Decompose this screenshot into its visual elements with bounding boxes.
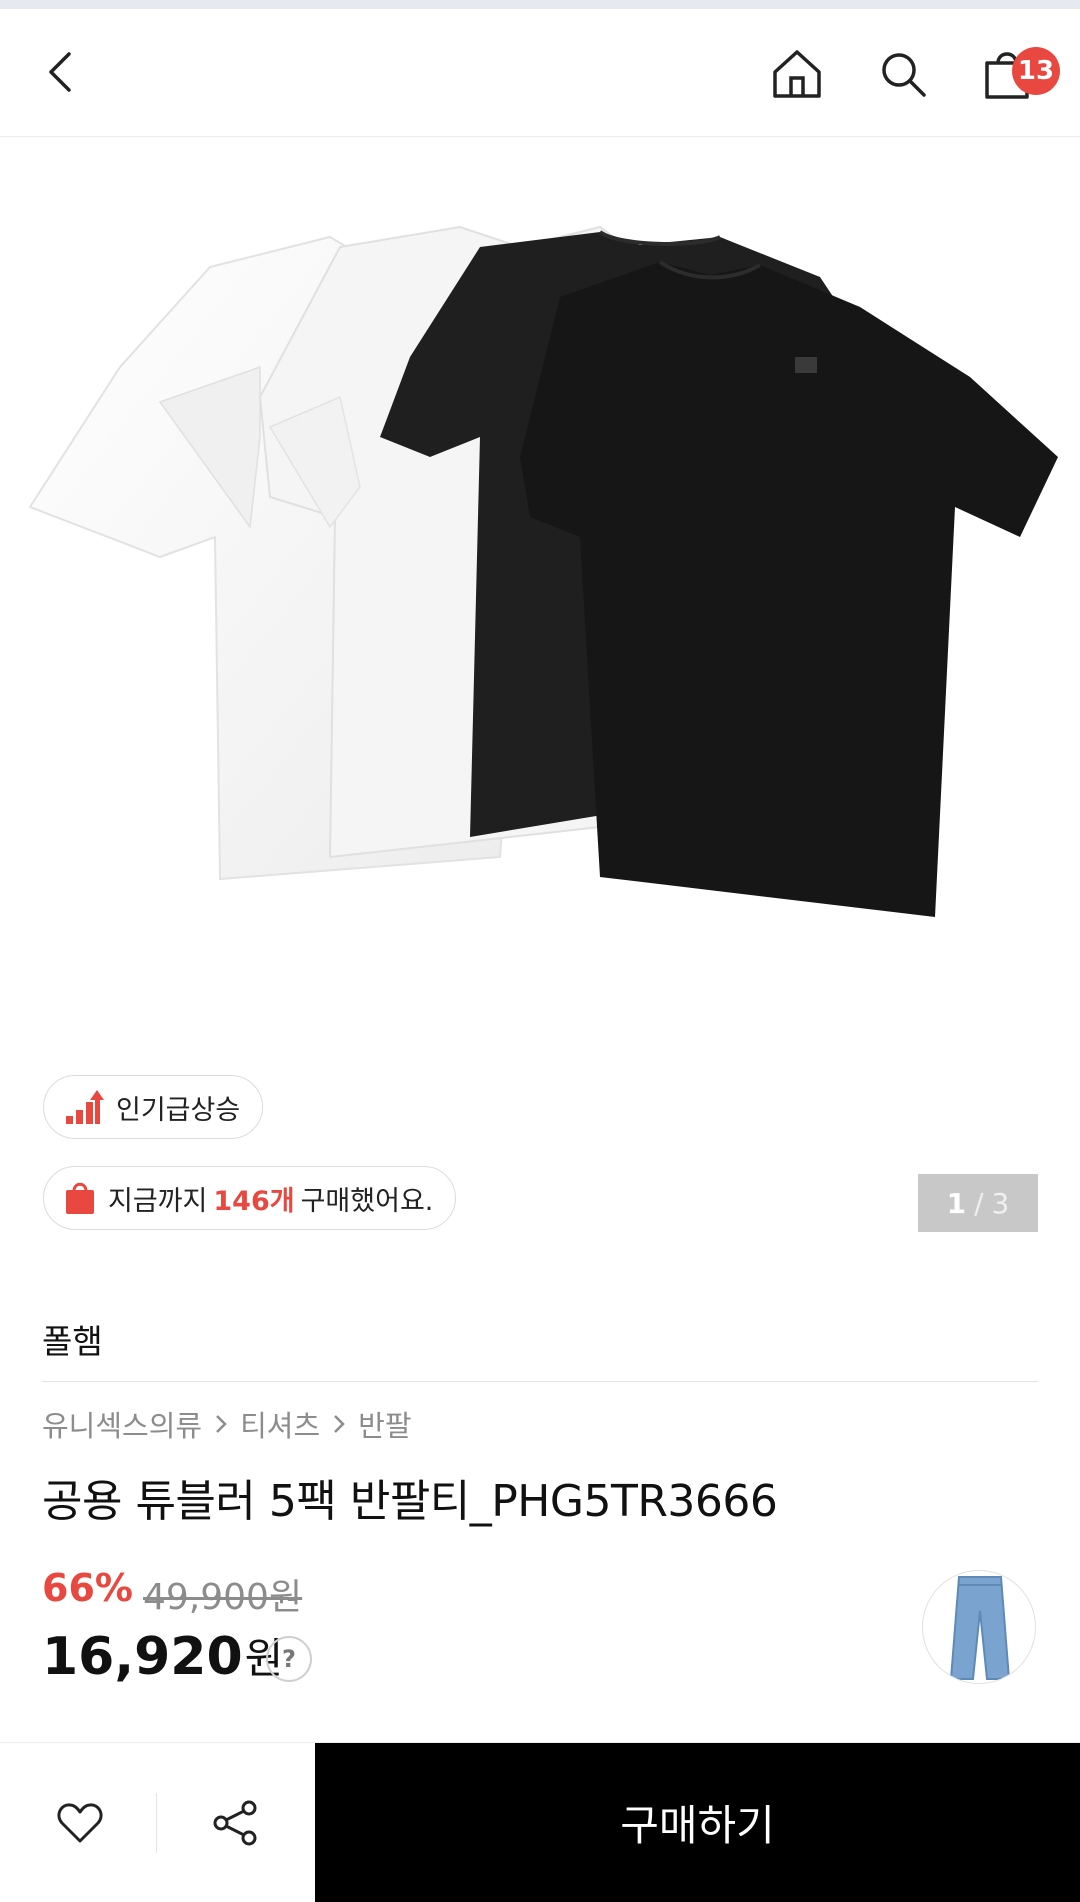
divider bbox=[156, 1793, 157, 1853]
tshirt-stack-image bbox=[28, 225, 1058, 917]
purchase-count: 146개 bbox=[213, 1185, 295, 1217]
image-pager: 1 / 3 bbox=[918, 1174, 1038, 1232]
trending-up-icon bbox=[64, 1088, 104, 1126]
purchase-prefix: 지금까지 bbox=[108, 1185, 208, 1217]
price-number: 16,920 bbox=[42, 1627, 243, 1687]
product-title: 공용 튜블러 5팩 반팔티_PHG5TR3666 bbox=[42, 1476, 778, 1527]
breadcrumb-item[interactable]: 반팔 bbox=[358, 1403, 411, 1445]
buy-button[interactable]: 구매하기 bbox=[315, 1743, 1080, 1902]
cart-count-badge: 13 bbox=[1012, 47, 1060, 95]
purchase-suffix: 구매했어요. bbox=[300, 1185, 434, 1217]
back-button[interactable] bbox=[30, 37, 90, 107]
bottom-action-bar: 구매하기 bbox=[0, 1742, 1080, 1902]
discount-rate: 66% bbox=[42, 1566, 133, 1610]
divider bbox=[42, 1381, 1038, 1382]
share-icon bbox=[213, 1800, 257, 1846]
search-icon bbox=[882, 53, 926, 97]
purchase-count-badge: 지금까지 146개 구매했어요. bbox=[43, 1166, 457, 1230]
wishlist-button[interactable] bbox=[40, 1783, 120, 1863]
chevron-right-icon bbox=[332, 1413, 346, 1435]
chevron-right-icon bbox=[214, 1413, 228, 1435]
top-header: 13 bbox=[0, 9, 1080, 137]
heart-icon bbox=[57, 1803, 103, 1843]
share-button[interactable] bbox=[195, 1783, 275, 1863]
breadcrumb: 유니섹스의류 티셔츠 반팔 bbox=[42, 1403, 412, 1445]
related-product-thumbnail[interactable] bbox=[922, 1570, 1036, 1684]
home-icon bbox=[773, 50, 821, 98]
pager-separator: / bbox=[974, 1186, 984, 1220]
home-button[interactable] bbox=[762, 39, 832, 109]
status-strip bbox=[0, 0, 1080, 9]
jeans-icon bbox=[949, 1576, 1011, 1680]
trending-badge: 인기급상승 bbox=[43, 1075, 264, 1139]
sale-price: 16,920 원 bbox=[42, 1627, 283, 1687]
trending-label: 인기급상승 bbox=[116, 1094, 241, 1126]
product-image[interactable] bbox=[0, 137, 1080, 1047]
pager-total: 3 bbox=[991, 1186, 1010, 1220]
search-button[interactable] bbox=[868, 39, 938, 109]
shopping-bag-filled-icon bbox=[64, 1181, 96, 1215]
breadcrumb-item[interactable]: 티셔츠 bbox=[240, 1403, 320, 1445]
original-price: 49,900원 bbox=[143, 1577, 303, 1618]
price-help-button[interactable]: ? bbox=[266, 1636, 312, 1682]
brand-name[interactable]: 폴햄 bbox=[42, 1315, 103, 1363]
pager-current: 1 bbox=[946, 1186, 967, 1220]
chevron-left-icon bbox=[49, 52, 71, 92]
breadcrumb-item[interactable]: 유니섹스의류 bbox=[42, 1403, 202, 1445]
